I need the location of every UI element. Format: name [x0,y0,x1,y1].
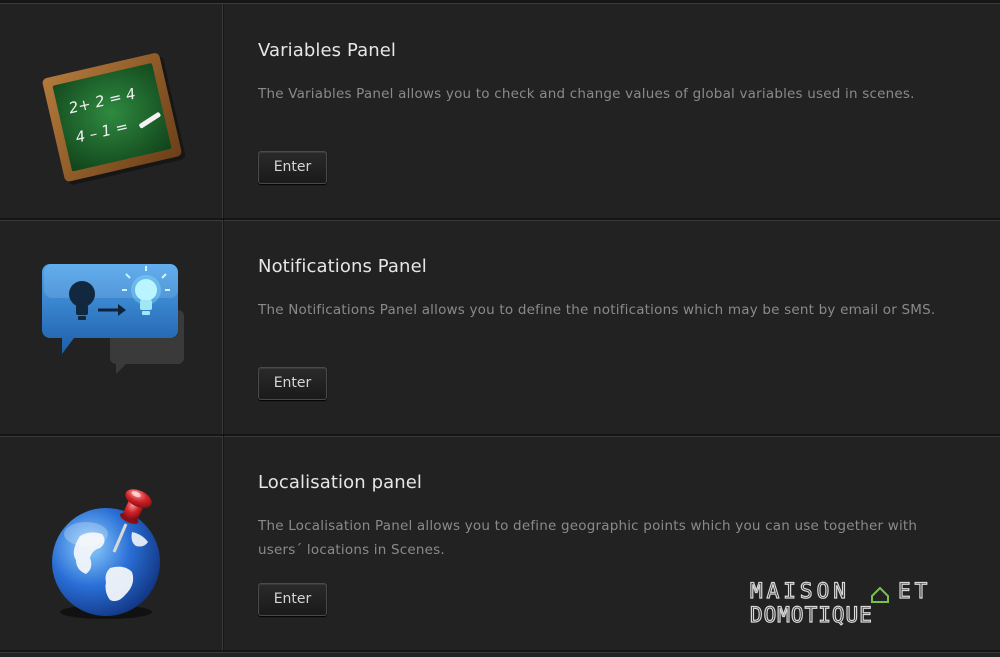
globe-pin-icon [52,489,160,619]
enter-button-localisation[interactable]: Enter [258,583,327,616]
panel-row-variables: 2+ 2 = 4 4 – 1 = Variables Panel The Var… [0,4,1000,220]
panel-description: The Localisation Panel allows you to def… [258,518,918,558]
panel-title: Variables Panel [258,40,397,61]
chalkboard-icon: 2+ 2 = 4 4 – 1 = [42,53,186,185]
watermark-line1: MAISON [750,579,850,603]
enter-button-variables[interactable]: Enter [258,151,327,184]
house-icon [871,586,889,603]
panel-description: The Notifications Panel allows you to de… [258,302,936,318]
panel-icon-cell [0,436,223,650]
panel-icon-cell: 2+ 2 = 4 4 – 1 = [0,4,223,218]
panel-row-notifications: Notifications Panel The Notifications Pa… [0,220,1000,436]
enter-button-notifications[interactable]: Enter [258,367,327,400]
panels-page: 2+ 2 = 4 4 – 1 = Variables Panel The Var… [0,0,1000,657]
panel-description: The Variables Panel allows you to check … [258,86,915,102]
notification-lightbulb-icon [42,264,184,374]
watermark-line1b: ET [898,579,931,603]
panel-title: Localisation panel [258,472,423,493]
panel-title: Notifications Panel [258,256,427,277]
watermark-line2: DOMOTIQUE [750,603,873,626]
maison-et-domotique-watermark: MAISON ET DOMOTIQUE [749,578,931,626]
panel-icon-cell [0,220,223,434]
